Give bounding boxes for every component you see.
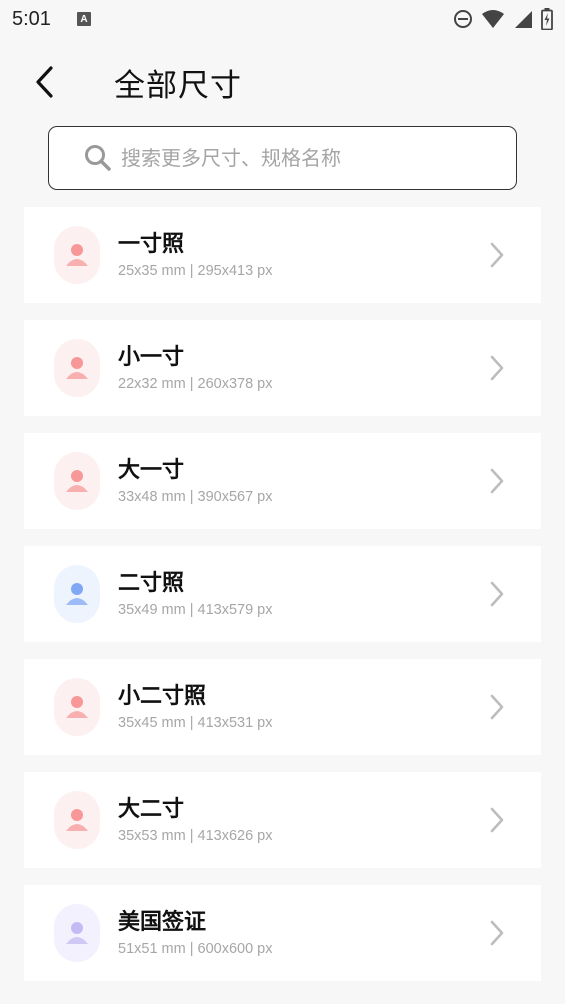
wifi-icon [482,10,504,28]
size-spec: 22x32 mm | 260x378 px [118,376,273,392]
size-list-item[interactable]: 大一寸 33x48 mm | 390x567 px [24,433,541,529]
size-text: 大二寸 35x53 mm | 413x626 px [118,796,273,844]
battery-icon [541,8,553,30]
size-text: 美国签证 51x51 mm | 600x600 px [118,909,273,957]
chevron-right-icon [490,242,504,268]
size-list: 一寸照 25x35 mm | 295x413 px 小一寸 22x32 mm |… [24,207,541,998]
person-icon [66,244,88,266]
size-text: 二寸照 35x49 mm | 413x579 px [118,570,273,618]
person-icon [66,922,88,944]
size-name: 大一寸 [118,458,185,483]
size-name: 二寸照 [118,571,185,596]
person-icon [66,357,88,379]
chevron-left-icon [36,66,53,98]
search-input[interactable] [121,146,501,170]
size-list-item[interactable]: 一寸照 25x35 mm | 295x413 px [24,207,541,303]
portrait-avatar-icon [54,339,100,397]
portrait-avatar-icon [54,226,100,284]
size-spec: 25x35 mm | 295x413 px [118,263,273,279]
size-list-item[interactable]: 二寸照 35x49 mm | 413x579 px [24,546,541,642]
portrait-avatar-icon [54,452,100,510]
size-spec: 51x51 mm | 600x600 px [118,941,273,957]
status-icons [453,8,553,30]
size-name: 大二寸 [118,797,185,822]
chevron-right-icon [490,807,504,833]
portrait-avatar-icon [54,904,100,962]
size-list-item[interactable]: 小一寸 22x32 mm | 260x378 px [24,320,541,416]
person-icon [66,696,88,718]
chevron-right-icon [490,920,504,946]
header: 全部尺寸 [0,50,565,114]
size-name: 小二寸照 [118,684,207,709]
size-text: 小一寸 22x32 mm | 260x378 px [118,344,273,392]
portrait-avatar-icon [54,678,100,736]
signal-icon [515,11,532,28]
size-list-item[interactable]: 大二寸 35x53 mm | 413x626 px [24,772,541,868]
size-text: 小二寸照 35x45 mm | 413x531 px [118,683,273,731]
chevron-right-icon [490,355,504,381]
back-button[interactable] [24,62,64,102]
chevron-right-icon [490,694,504,720]
chevron-right-icon [490,468,504,494]
search-bar[interactable] [48,126,517,190]
size-list-item[interactable]: 小二寸照 35x45 mm | 413x531 px [24,659,541,755]
size-spec: 35x53 mm | 413x626 px [118,828,273,844]
search-icon [85,145,111,171]
page-title: 全部尺寸 [114,67,242,104]
portrait-avatar-icon [54,565,100,623]
person-icon [66,809,88,831]
size-text: 大一寸 33x48 mm | 390x567 px [118,457,273,505]
size-name: 美国签证 [118,910,207,935]
size-text: 一寸照 25x35 mm | 295x413 px [118,231,273,279]
size-name: 一寸照 [118,232,185,257]
size-spec: 33x48 mm | 390x567 px [118,489,273,505]
person-icon [66,583,88,605]
size-spec: 35x45 mm | 413x531 px [118,715,273,731]
person-icon [66,470,88,492]
status-bar: 5:01 A [0,0,565,38]
portrait-avatar-icon [54,791,100,849]
chevron-right-icon [490,581,504,607]
size-spec: 35x49 mm | 413x579 px [118,602,273,618]
size-name: 小一寸 [118,345,185,370]
status-time: 5:01 [12,7,51,30]
do-not-disturb-icon [454,10,472,28]
size-list-item[interactable]: 美国签证 51x51 mm | 600x600 px [24,885,541,981]
notification-a-icon: A [76,12,91,26]
